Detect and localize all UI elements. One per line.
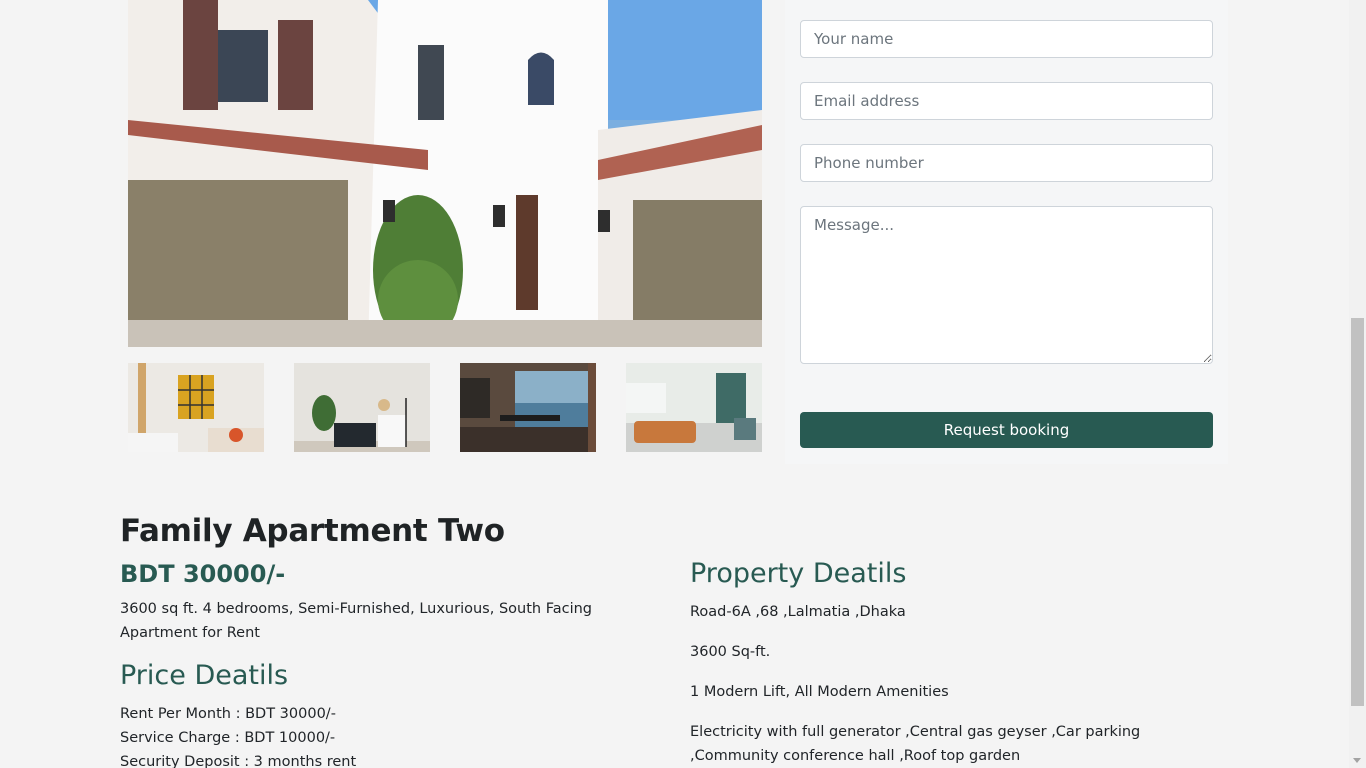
- thumbnail-bedroom[interactable]: [294, 363, 430, 452]
- property-details-heading: Property Deatils: [690, 558, 907, 589]
- property-details-list: Road-6A ,68 ,Lalmatia ,Dhaka 3600 Sq-ft.…: [690, 600, 1220, 768]
- phone-input[interactable]: [800, 144, 1213, 182]
- thumbnail-strip: [128, 363, 762, 452]
- name-input[interactable]: [800, 20, 1213, 58]
- service-charge: Service Charge : BDT 10000/-: [120, 730, 336, 746]
- property-amenities: Electricity with full generator ,Central…: [690, 724, 1141, 764]
- property-address: Road-6A ,68 ,Lalmatia ,Dhaka: [690, 604, 906, 620]
- property-lift: 1 Modern Lift, All Modern Amenities: [690, 684, 949, 700]
- listing-title: Family Apartment Two: [120, 513, 505, 549]
- request-booking-button[interactable]: Request booking: [800, 412, 1213, 448]
- booking-form: Request booking: [785, 0, 1228, 464]
- listing-price: BDT 30000/-: [120, 560, 286, 588]
- main-property-image: [128, 0, 762, 347]
- scrollbar-thumb[interactable]: [1351, 318, 1364, 706]
- email-input[interactable]: [800, 82, 1213, 120]
- price-details-list: Rent Per Month : BDT 30000/- Service Cha…: [120, 702, 356, 768]
- property-size: 3600 Sq-ft.: [690, 644, 771, 660]
- message-textarea[interactable]: [800, 206, 1213, 364]
- thumbnail-dining-room[interactable]: [460, 363, 596, 452]
- page-scrollbar[interactable]: [1349, 0, 1366, 768]
- rent-per-month: Rent Per Month : BDT 30000/-: [120, 706, 336, 722]
- security-deposit: Security Deposit : 3 months rent: [120, 754, 357, 768]
- thumbnail-lounge[interactable]: [626, 363, 762, 452]
- scroll-down-arrow-icon[interactable]: [1353, 758, 1361, 763]
- listing-summary: 3600 sq ft. 4 bedrooms, Semi-Furnished, …: [120, 601, 592, 641]
- price-details-heading: Price Deatils: [120, 660, 289, 691]
- thumbnail-living-room[interactable]: [128, 363, 264, 452]
